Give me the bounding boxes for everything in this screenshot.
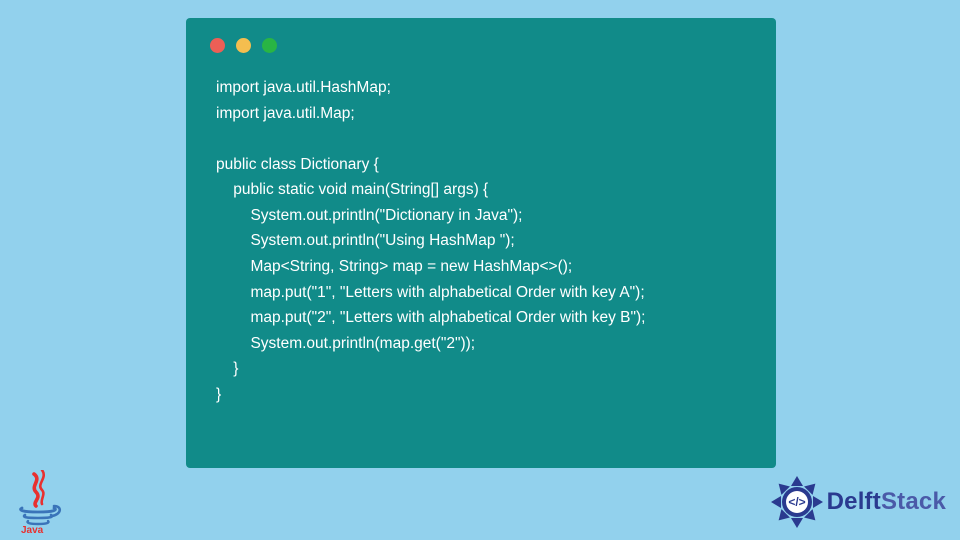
- delftstack-badge-icon: </>: [769, 474, 825, 530]
- brand-name-suffix: Stack: [881, 488, 946, 515]
- svg-text:</>: </>: [788, 495, 805, 509]
- code-window: import java.util.HashMap; import java.ut…: [186, 18, 776, 468]
- java-logo-label: Java: [21, 525, 44, 534]
- delftstack-brand-text: DelftStack: [827, 488, 946, 516]
- brand-name-main: Delft: [827, 488, 881, 515]
- java-logo-icon: Java: [12, 470, 66, 534]
- delftstack-brand: </> DelftStack: [769, 474, 946, 530]
- code-block: import java.util.HashMap; import java.ut…: [216, 75, 746, 407]
- window-minimize-dot: [236, 38, 251, 53]
- window-traffic-lights: [210, 38, 746, 53]
- window-zoom-dot: [262, 38, 277, 53]
- window-close-dot: [210, 38, 225, 53]
